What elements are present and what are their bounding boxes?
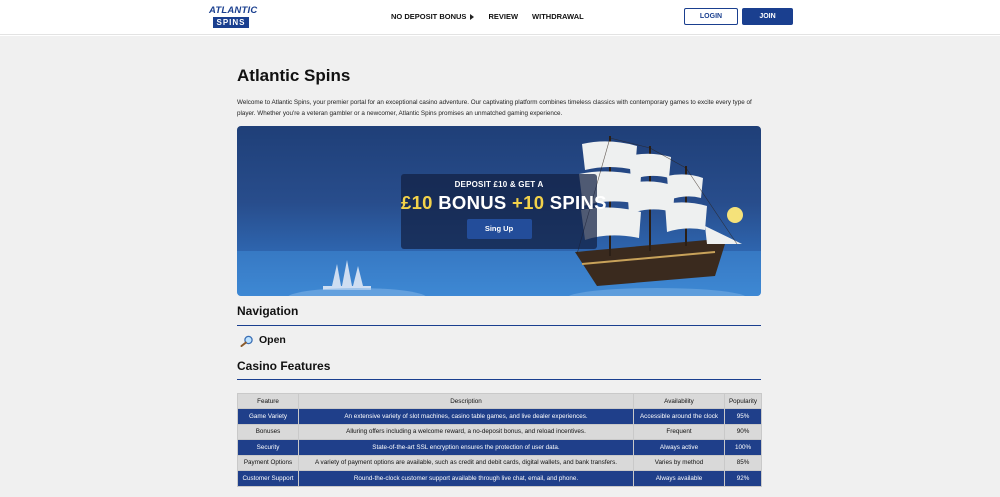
cell-description: An extensive variety of slot machines, c… xyxy=(298,408,634,425)
cell-feature: Payment Options xyxy=(237,454,299,471)
cell-availability: Frequent xyxy=(633,423,725,440)
nav-no-deposit-bonus[interactable]: NO DEPOSIT BONUS xyxy=(391,12,475,21)
table-header-row: Feature Description Availability Popular… xyxy=(237,393,762,409)
magnifier-icon xyxy=(240,334,254,347)
promo-bonus-word: BONUS xyxy=(438,192,507,213)
page-body: Atlantic Spins Welcome to Atlantic Spins… xyxy=(0,36,1000,497)
column-header-feature: Feature xyxy=(237,393,299,409)
cell-description: Alluring offers including a welcome rewa… xyxy=(298,423,634,440)
join-button[interactable]: JOIN xyxy=(742,8,793,25)
nav-no-deposit-bonus-label: NO DEPOSIT BONUS xyxy=(391,12,467,21)
table-row: Payment Options A variety of payment opt… xyxy=(237,454,762,471)
column-header-description: Description xyxy=(298,393,634,409)
promo-plus-spins: +10 xyxy=(512,192,545,213)
features-divider xyxy=(237,379,761,380)
page-title: Atlantic Spins xyxy=(237,66,351,85)
intro-paragraph: Welcome to Atlantic Spins, your premier … xyxy=(237,99,752,117)
cell-description: State-of-the-art SSL encryption ensures … xyxy=(298,439,634,456)
cell-feature: Customer Support xyxy=(237,470,299,487)
cell-feature: Game Variety xyxy=(237,408,299,425)
logo-line2: SPINS xyxy=(213,17,249,28)
cell-popularity: 92% xyxy=(724,470,762,487)
open-label: Open xyxy=(259,334,286,346)
cell-availability: Always available xyxy=(633,470,725,487)
main-nav: NO DEPOSIT BONUS REVIEW WITHDRAWAL xyxy=(391,12,598,21)
open-toggle[interactable]: Open xyxy=(240,334,286,347)
cell-availability: Varies by method xyxy=(633,454,725,471)
cell-popularity: 85% xyxy=(724,454,762,471)
promo-box: DEPOSIT £10 & GET A £10 BONUS +10 SPINS … xyxy=(401,174,606,249)
site-header: ATLANTIC SPINS NO DEPOSIT BONUS REVIEW W… xyxy=(0,0,1000,35)
atlantic-spins-logo[interactable]: ATLANTIC SPINS xyxy=(209,5,258,28)
column-header-popularity: Popularity xyxy=(724,393,762,409)
table-row: Security State-of-the-art SSL encryption… xyxy=(237,439,762,456)
cell-feature: Bonuses xyxy=(237,423,299,440)
cell-popularity: 100% xyxy=(724,439,762,456)
promo-amount: £10 xyxy=(401,192,433,213)
promo-banner: DEPOSIT £10 & GET A £10 BONUS +10 SPINS … xyxy=(237,126,761,296)
cell-popularity: 90% xyxy=(724,423,762,440)
caret-right-icon xyxy=(470,13,475,20)
table-row: Bonuses Alluring offers including a welc… xyxy=(237,423,762,440)
login-button[interactable]: LOGIN xyxy=(684,8,738,25)
column-header-availability: Availability xyxy=(633,393,725,409)
nav-review-label: REVIEW xyxy=(488,12,519,21)
navigation-divider xyxy=(237,325,761,326)
promo-spins-word: SPINS xyxy=(549,192,607,213)
cell-description: Round-the-clock customer support availab… xyxy=(298,470,634,487)
nav-withdrawal[interactable]: WITHDRAWAL xyxy=(532,12,584,21)
cell-popularity: 95% xyxy=(724,408,762,425)
table-row: Customer Support Round-the-clock custome… xyxy=(237,470,762,487)
promo-headline: £10 BONUS +10 SPINS xyxy=(401,192,606,214)
cell-availability: Always active xyxy=(633,439,725,456)
casino-features-heading: Casino Features xyxy=(237,359,331,373)
navigation-heading: Navigation xyxy=(237,304,299,318)
promo-top-line: DEPOSIT £10 & GET A xyxy=(454,180,544,189)
sign-up-button[interactable]: Sing Up xyxy=(466,219,532,239)
table-row: Game Variety An extensive variety of slo… xyxy=(237,408,762,425)
casino-features-table: Feature Description Availability Popular… xyxy=(237,393,762,487)
cell-description: A variety of payment options are availab… xyxy=(298,454,634,471)
logo-line1: ATLANTIC xyxy=(209,5,258,16)
cell-feature: Security xyxy=(237,439,299,456)
cell-availability: Accessible around the clock xyxy=(633,408,725,425)
nav-withdrawal-label: WITHDRAWAL xyxy=(532,12,584,21)
nav-review[interactable]: REVIEW xyxy=(488,12,518,21)
